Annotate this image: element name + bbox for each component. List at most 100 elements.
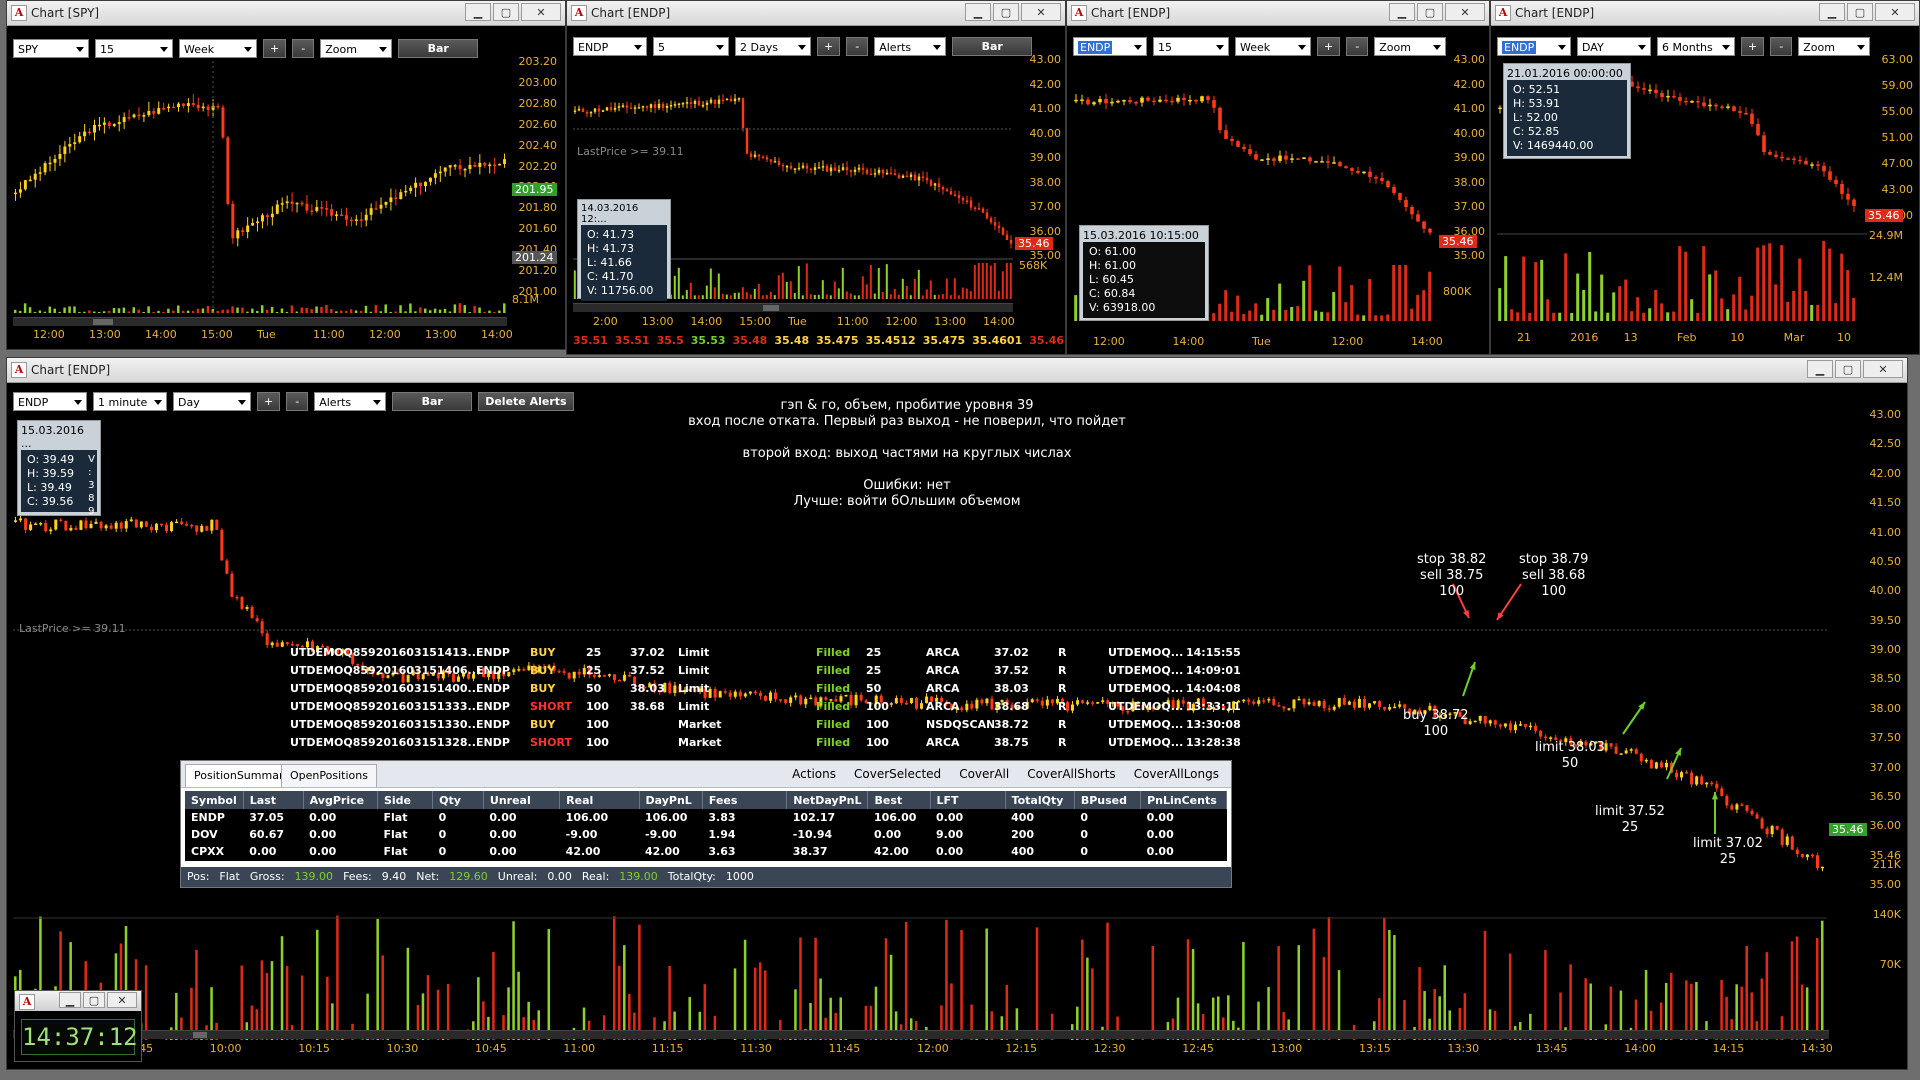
titlebar[interactable]: A Chart [ENDP] ▁ ▢ ✕ <box>1491 1 1919 26</box>
position-row[interactable]: ENDP 37.05 0.00 Flat 0 0.00 106.00 106.00 3.83 10… <box>185 809 1227 826</box>
column-header[interactable]: Qty <box>432 791 484 809</box>
symbol-select[interactable]: ENDP <box>1073 36 1147 56</box>
order-row[interactable]: UTDEMOQ859201603151413... ENDP BUY 25 37.02 L… <box>290 646 1266 664</box>
maximize-button[interactable]: ▢ <box>493 3 519 21</box>
position-row[interactable]: CPXX 0.00 0.00 Flat 0 0.00 42.00 42.00 3.63 38.37… <box>185 843 1227 860</box>
order-row[interactable]: UTDEMOQ859201603151400... ENDP BUY 50 38.03 L… <box>290 682 1266 700</box>
symbol-select[interactable]: ENDP <box>13 391 87 411</box>
minimize-button[interactable]: ▁ <box>59 992 81 1008</box>
chart-type-button[interactable]: Bar <box>952 36 1033 56</box>
order-cell: SHORT <box>530 700 572 713</box>
column-header[interactable]: AvgPrice <box>303 791 378 809</box>
column-header[interactable]: TotalQty <box>1005 791 1075 809</box>
alerts-select[interactable]: Alerts <box>314 391 387 411</box>
horizontal-scrollbar[interactable] <box>573 303 1013 312</box>
column-header[interactable]: BPused <box>1074 791 1142 809</box>
column-header[interactable]: Last <box>243 791 304 809</box>
zoom-select[interactable]: Zoom <box>1798 36 1871 56</box>
time-tick: 13:15 <box>1359 1042 1391 1055</box>
maximize-button[interactable]: ▢ <box>1417 3 1443 21</box>
zoom-in-button[interactable]: + <box>263 38 287 58</box>
column-header[interactable]: PnLinCents <box>1140 791 1227 809</box>
zoom-in-button[interactable]: + <box>257 391 281 411</box>
minimize-button[interactable]: ▁ <box>1389 3 1415 21</box>
column-header[interactable]: NetDayPnL <box>786 791 869 809</box>
zoom-out-button[interactable]: - <box>286 391 309 411</box>
interval-select[interactable]: DAY <box>1577 36 1651 56</box>
interval-select[interactable]: 15 minutes <box>1153 36 1229 73</box>
horizontal-scrollbar[interactable] <box>13 1030 1829 1039</box>
zoom-select[interactable]: Zoom <box>1374 36 1447 56</box>
maximize-button[interactable]: ▢ <box>83 992 105 1008</box>
symbol-select[interactable]: ENDP <box>1497 36 1571 56</box>
minimize-button[interactable]: ▁ <box>1819 3 1845 21</box>
minimize-button[interactable]: ▁ <box>965 3 991 21</box>
zoom-out-button[interactable]: - <box>292 38 315 58</box>
zoom-in-button[interactable]: + <box>1317 36 1341 56</box>
cover-selected-button[interactable]: CoverSelected <box>854 767 941 781</box>
symbol-select[interactable]: ENDP <box>573 36 647 56</box>
zoom-select[interactable]: Zoom <box>320 38 393 58</box>
candle <box>79 519 83 531</box>
close-button[interactable]: ✕ <box>107 992 137 1008</box>
position-row[interactable]: DOV 60.67 0.00 Flat 0 0.00 -9.00 -9.00 1.94 -10.9… <box>185 826 1227 843</box>
zoom-out-button[interactable]: - <box>846 36 869 56</box>
candle <box>1760 816 1764 830</box>
cover-all-button[interactable]: CoverAll <box>959 767 1009 781</box>
volume-bar <box>1600 274 1604 321</box>
volume-bar <box>359 310 363 313</box>
order-row[interactable]: UTDEMOQ859201603151330... ENDP BUY 100 Marke… <box>290 718 1266 736</box>
actions-menu[interactable]: Actions <box>792 767 836 781</box>
zoom-in-button[interactable]: + <box>1741 36 1765 56</box>
clock-titlebar[interactable]: A ▁ ▢ ✕ <box>15 991 141 1011</box>
column-header[interactable]: Fees <box>702 791 788 809</box>
close-button[interactable]: ✕ <box>1021 3 1061 21</box>
chart-type-button[interactable]: Bar <box>392 391 473 411</box>
close-button[interactable]: ✕ <box>1863 360 1903 378</box>
symbol-select[interactable]: SPY <box>13 38 89 58</box>
order-row[interactable]: UTDEMOQ859201603151328... ENDP SHORT 100 Mar… <box>290 736 1266 754</box>
maximize-button[interactable]: ▢ <box>1847 3 1873 21</box>
alerts-value: Alerts <box>319 395 352 409</box>
order-row[interactable]: UTDEMOQ859201603151333... ENDP SHORT 100 38.… <box>290 700 1266 718</box>
alerts-select[interactable]: Alerts <box>874 36 947 56</box>
delete-alerts-button[interactable]: Delete Alerts <box>478 391 574 411</box>
close-button[interactable]: ✕ <box>521 3 561 21</box>
minimize-button[interactable]: ▁ <box>465 3 491 21</box>
zoom-in-button[interactable]: + <box>817 36 841 56</box>
column-header[interactable]: Side <box>377 791 434 809</box>
cover-all-longs-button[interactable]: CoverAllLongs <box>1134 767 1219 781</box>
titlebar[interactable]: A Chart [ENDP] ▁ ▢ ✕ <box>567 1 1065 26</box>
range-select[interactable]: Week <box>1235 36 1311 56</box>
horizontal-scrollbar[interactable] <box>13 317 507 326</box>
zoom-out-button[interactable]: - <box>1770 36 1793 56</box>
range-select[interactable]: 6 Months <box>1657 36 1735 56</box>
column-header[interactable]: Best <box>867 791 931 809</box>
spy-candle-chart[interactable] <box>13 61 511 321</box>
range-select[interactable]: 2 Days <box>735 36 811 56</box>
column-header[interactable]: Unreal <box>483 791 561 809</box>
cover-all-shorts-button[interactable]: CoverAllShorts <box>1027 767 1115 781</box>
column-header[interactable]: Symbol <box>185 791 244 809</box>
order-row[interactable]: UTDEMOQ859201603151406... ENDP BUY 25 37.52 L… <box>290 664 1266 682</box>
range-select[interactable]: Day <box>173 391 251 411</box>
zoom-out-button[interactable]: - <box>1346 36 1369 56</box>
note-line-2: вход после отката. Первый раз выход - не… <box>688 414 1126 429</box>
maximize-button[interactable]: ▢ <box>1835 360 1861 378</box>
interval-select[interactable]: 5 minutes <box>653 36 729 73</box>
column-header[interactable]: Real <box>559 791 640 809</box>
maximize-button[interactable]: ▢ <box>993 3 1019 21</box>
close-button[interactable]: ✕ <box>1445 3 1485 21</box>
chart-type-button[interactable]: Bar <box>398 38 479 58</box>
interval-select[interactable]: 1 minute <box>93 391 167 411</box>
range-select[interactable]: Week <box>179 38 257 58</box>
interval-select[interactable]: 15 minutes <box>95 38 173 75</box>
minimize-button[interactable]: ▁ <box>1807 360 1833 378</box>
column-header[interactable]: DayPnL <box>639 791 703 809</box>
titlebar[interactable]: A Chart [ENDP] ▁ ▢ ✕ <box>7 358 1907 383</box>
column-header[interactable]: LFT <box>930 791 1006 809</box>
titlebar[interactable]: A Chart [SPY] ▁ ▢ ✕ <box>7 1 565 26</box>
titlebar[interactable]: A Chart [ENDP] ▁ ▢ ✕ <box>1067 1 1489 26</box>
close-button[interactable]: ✕ <box>1875 3 1915 21</box>
tab-open-positions[interactable]: OpenPositions <box>281 764 377 787</box>
